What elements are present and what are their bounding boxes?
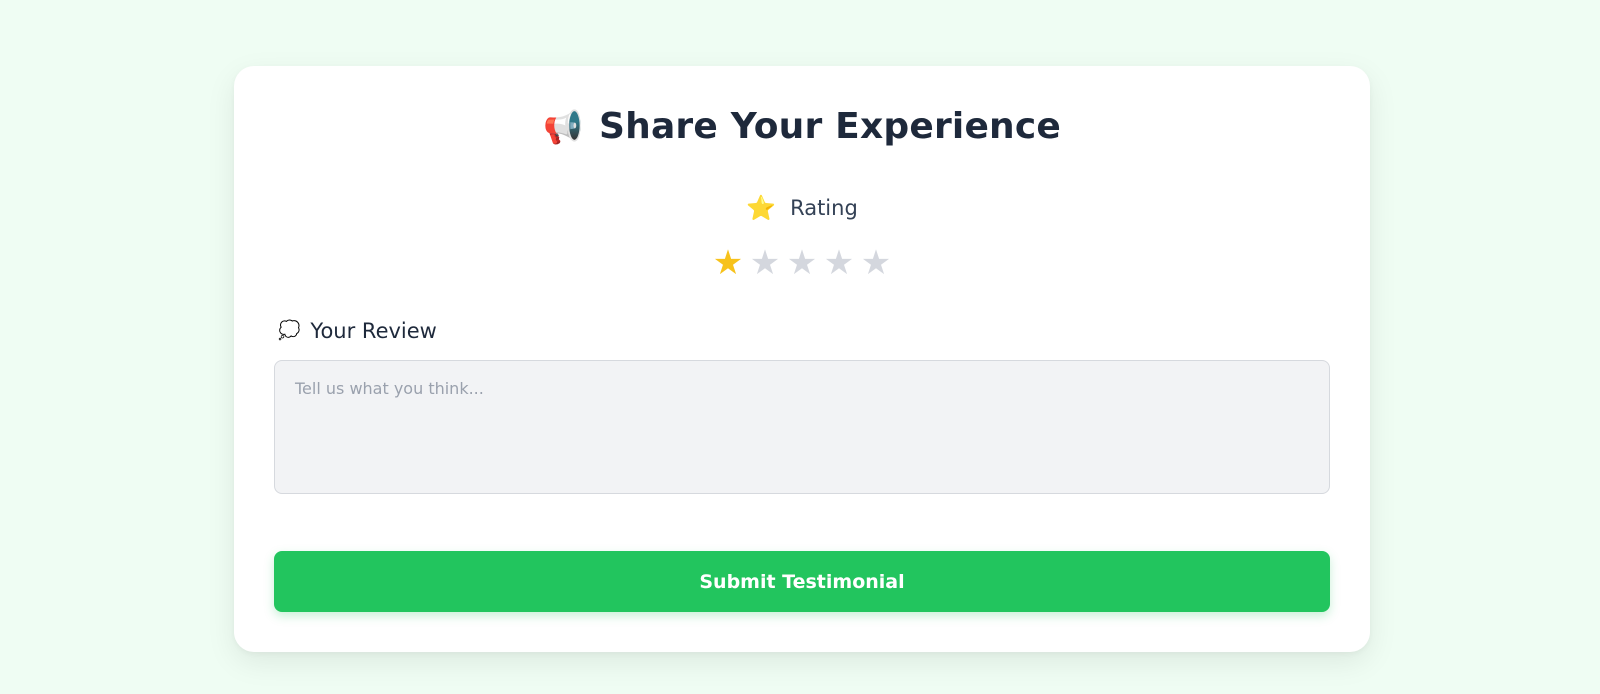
submit-testimonial-button[interactable]: Submit Testimonial	[274, 551, 1330, 612]
review-label: 💭 Your Review	[278, 319, 437, 343]
review-label-text: Your Review	[310, 319, 437, 343]
star-2-button[interactable]: ★	[748, 246, 782, 280]
testimonial-card: 📢 Share Your Experience ⭐ Rating ★ ★ ★ ★…	[234, 66, 1370, 652]
title-text: Share Your Experience	[598, 106, 1062, 147]
star-icon: ⭐	[746, 194, 777, 222]
star-5-button[interactable]: ★	[859, 246, 893, 280]
star-rating: ★ ★ ★ ★ ★	[234, 246, 1370, 280]
star-4-button[interactable]: ★	[822, 246, 856, 280]
rating-label: ⭐ Rating	[234, 196, 1370, 220]
megaphone-icon: 📢	[542, 107, 583, 146]
review-textarea[interactable]	[274, 360, 1330, 494]
page-title: 📢 Share Your Experience	[234, 106, 1370, 147]
speech-bubble-icon: 💭	[278, 320, 301, 341]
rating-label-text: Rating	[790, 196, 858, 220]
star-3-button[interactable]: ★	[785, 246, 819, 280]
star-1-button[interactable]: ★	[711, 246, 745, 280]
